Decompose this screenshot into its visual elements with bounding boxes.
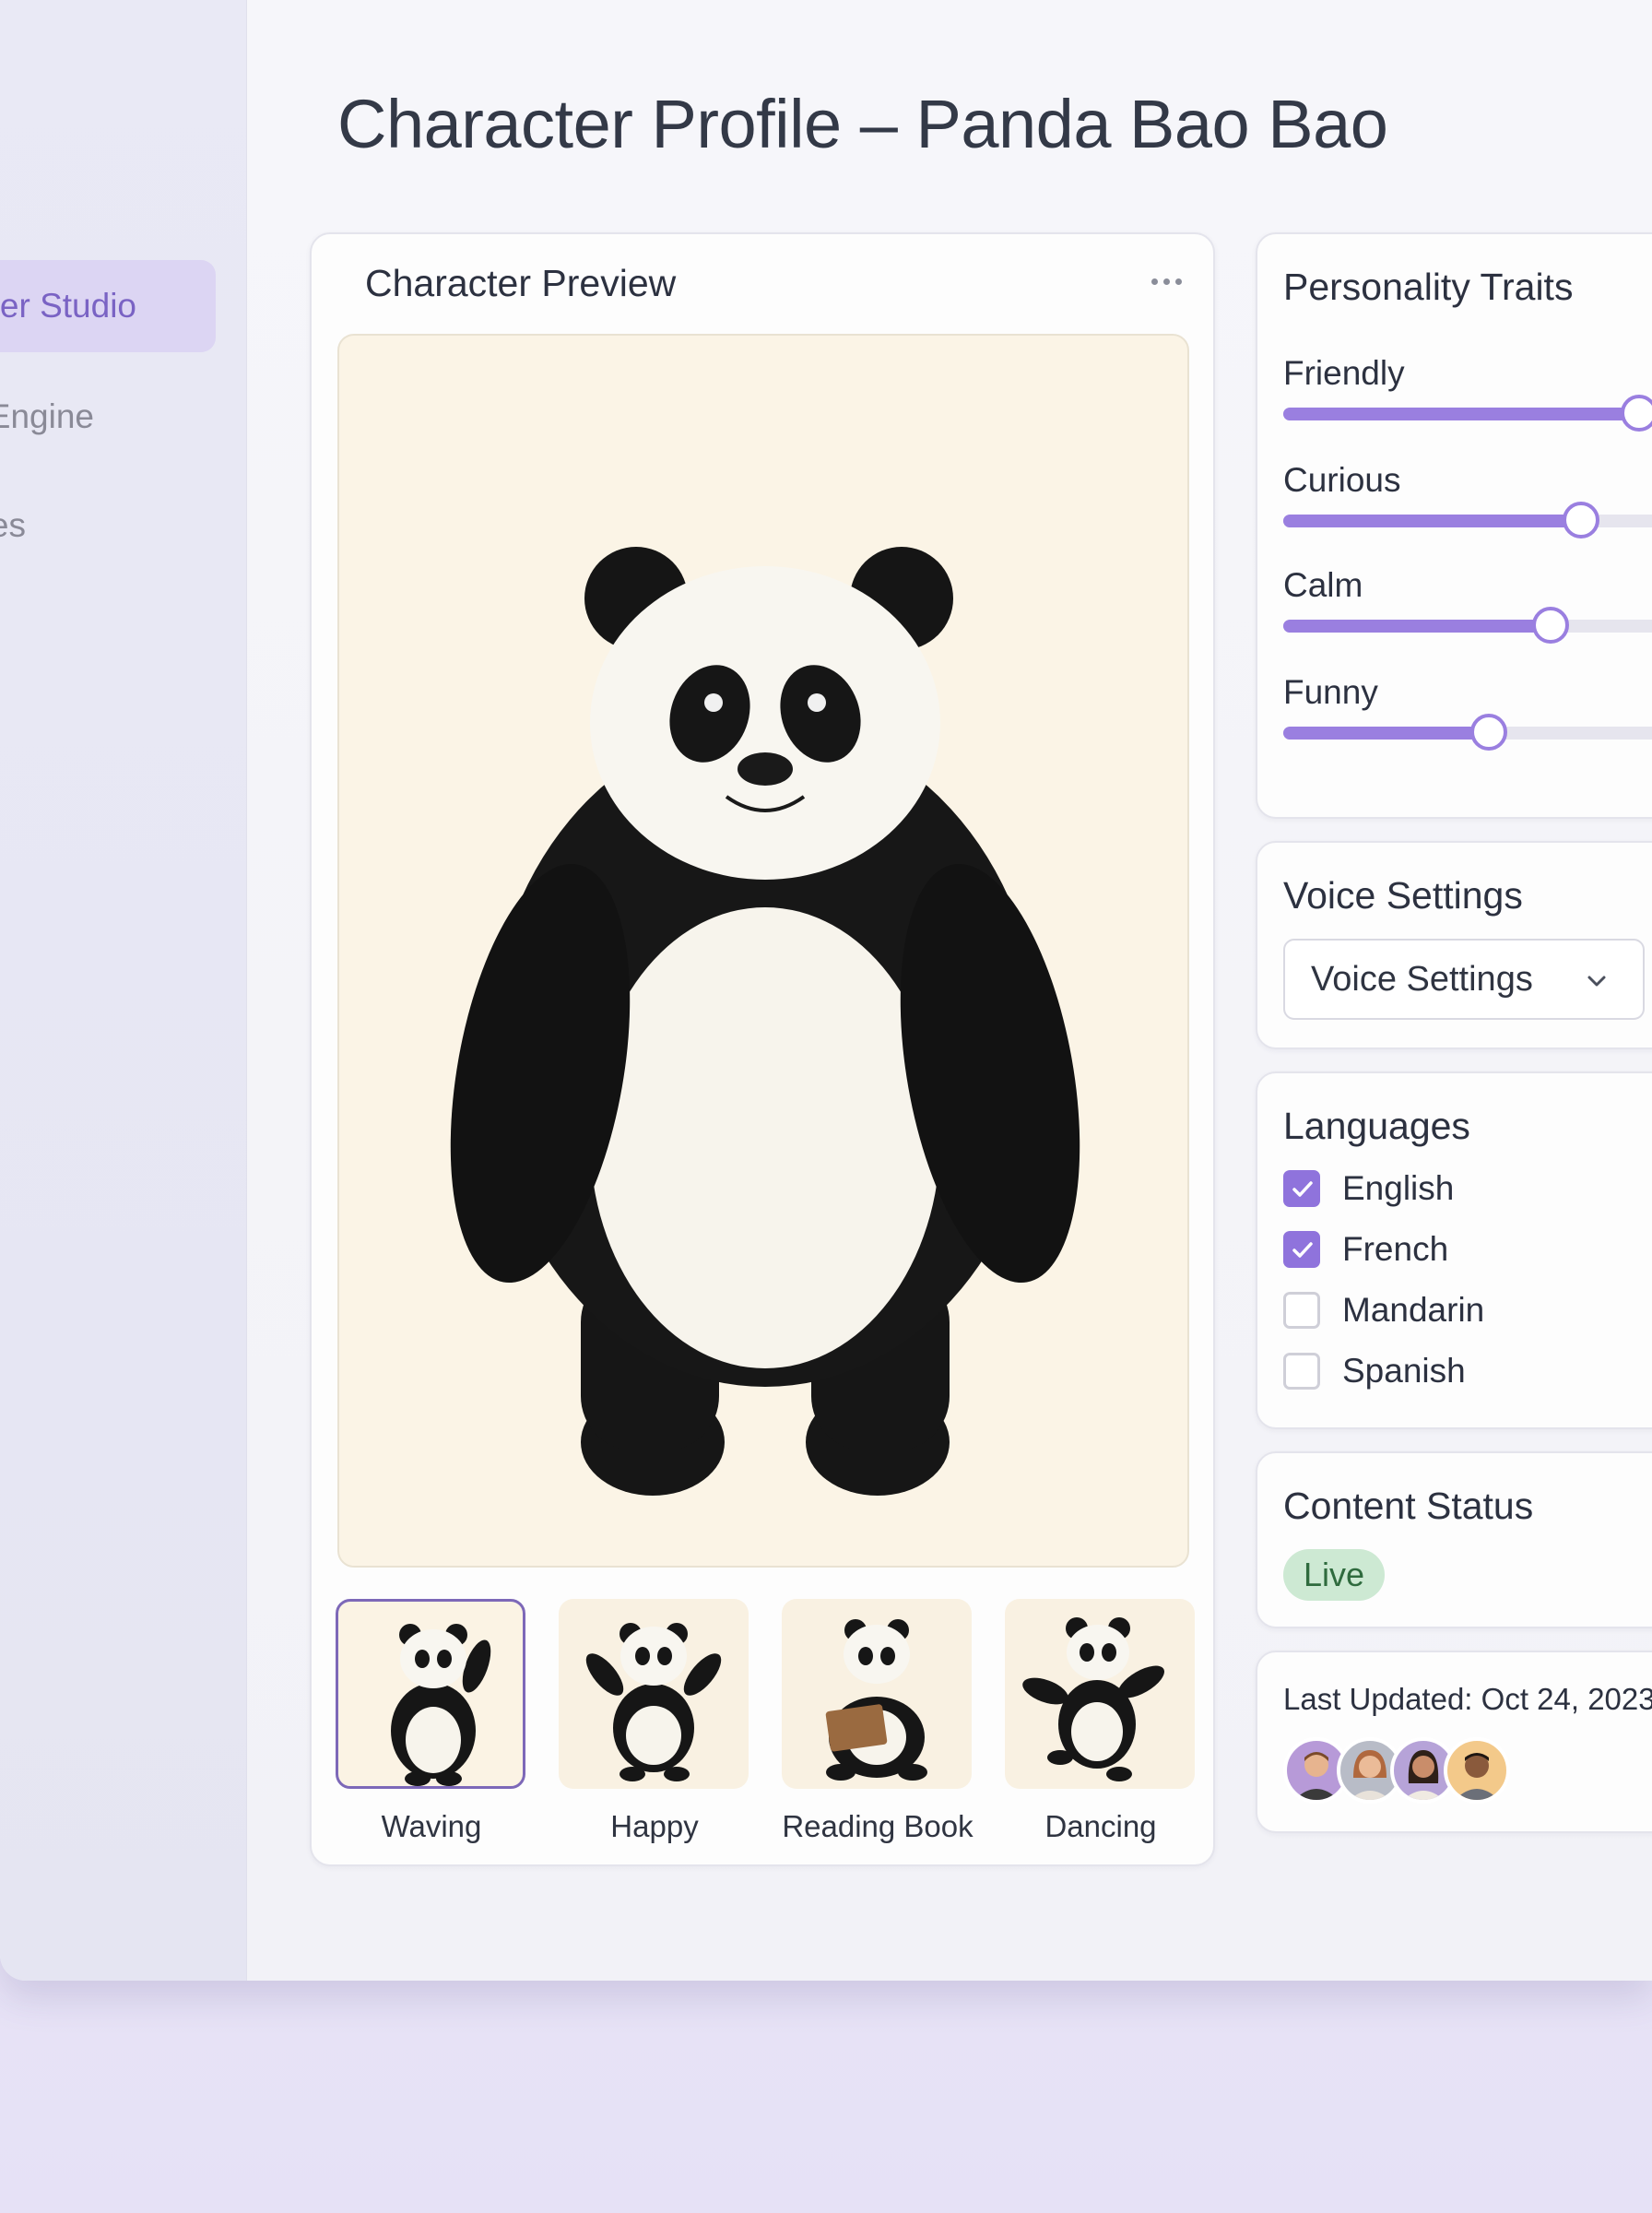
trait-friendly: Friendly xyxy=(1283,354,1652,432)
language-label: English xyxy=(1342,1169,1455,1207)
sidebar-item-label: ges xyxy=(0,506,26,544)
checkbox[interactable] xyxy=(1283,1353,1320,1390)
language-label: Spanish xyxy=(1342,1352,1466,1390)
trait-label: Funny xyxy=(1283,673,1378,711)
slider-fill xyxy=(1283,727,1489,740)
slider-knob[interactable] xyxy=(1532,607,1569,644)
language-option-spanish[interactable]: Spanish xyxy=(1283,1352,1466,1391)
thumbnail-label: Happy xyxy=(610,1809,699,1843)
content-status-card: Content Status Live xyxy=(1256,1451,1652,1628)
pose-thumbnails: Waving Happy Reading Book Dancing xyxy=(336,1599,1197,1848)
slider-fill xyxy=(1283,620,1551,633)
card-title: Personality Traits xyxy=(1283,266,1574,308)
voice-settings-card: Voice Settings Voice Settings xyxy=(1256,841,1652,1049)
chevron-down-icon xyxy=(1587,976,1606,987)
sidebar-item-5[interactable]: s xyxy=(0,695,216,787)
trait-funny: Funny xyxy=(1283,673,1652,751)
thumbnail-label: Waving xyxy=(381,1809,482,1843)
slider-knob[interactable] xyxy=(1621,395,1652,432)
language-label: Mandarin xyxy=(1342,1291,1485,1329)
card-title: Languages xyxy=(1283,1105,1470,1147)
sidebar-item-languages[interactable]: ges xyxy=(0,479,216,572)
languages-card: Languages English French Mandarin Spanis… xyxy=(1256,1071,1652,1429)
status-badge: Live xyxy=(1283,1549,1386,1601)
panda-reading-image xyxy=(782,1599,972,1789)
trait-slider[interactable] xyxy=(1283,607,1652,644)
avatar[interactable] xyxy=(1444,1737,1510,1804)
language-option-english[interactable]: English xyxy=(1283,1169,1454,1208)
trait-slider[interactable] xyxy=(1283,714,1652,751)
voice-settings-dropdown[interactable]: Voice Settings xyxy=(1283,939,1645,1020)
character-preview-card: Character Preview Waving Happy Reading B… xyxy=(310,232,1215,1866)
trait-slider[interactable] xyxy=(1283,395,1652,432)
dropdown-value: Voice Settings xyxy=(1311,959,1533,999)
sidebar: er Studio Engine ges s s xyxy=(0,0,247,1981)
trait-curious: Curious xyxy=(1283,461,1652,538)
panda-dancing-image xyxy=(1005,1599,1195,1789)
sidebar-item-engine[interactable]: Engine xyxy=(0,371,216,463)
thumbnail-label: Dancing xyxy=(1044,1809,1157,1843)
checkbox[interactable] xyxy=(1283,1170,1320,1207)
trait-label: Friendly xyxy=(1283,354,1405,392)
app-window: er Studio Engine ges s s Character Profi… xyxy=(0,0,1652,1981)
checkbox[interactable] xyxy=(1283,1231,1320,1268)
thumbnail-dancing[interactable]: Dancing xyxy=(1005,1599,1197,1844)
thumbnail-waving[interactable]: Waving xyxy=(336,1599,527,1844)
slider-knob[interactable] xyxy=(1563,502,1599,538)
sidebar-item-4[interactable]: s xyxy=(0,588,216,680)
trait-slider[interactable] xyxy=(1283,502,1652,538)
sidebar-item-character-studio[interactable]: er Studio xyxy=(0,260,216,352)
trait-label: Calm xyxy=(1283,566,1363,604)
more-horizontal-icon[interactable] xyxy=(1151,278,1182,285)
personality-traits-card: Personality Traits Friendly Curious Calm… xyxy=(1256,232,1652,819)
slider-fill xyxy=(1283,408,1639,420)
card-title: Character Preview xyxy=(365,262,677,304)
language-label: French xyxy=(1342,1230,1449,1268)
check-icon xyxy=(1292,1242,1313,1258)
check-icon xyxy=(1292,1181,1313,1197)
thumbnail-reading-book[interactable]: Reading Book xyxy=(782,1599,974,1844)
last-updated-text: Last Updated: Oct 24, 2023 xyxy=(1283,1682,1652,1716)
checkbox[interactable] xyxy=(1283,1292,1320,1329)
last-updated-card: Last Updated: Oct 24, 2023 xyxy=(1256,1651,1652,1833)
language-option-french[interactable]: French xyxy=(1283,1230,1448,1269)
sidebar-item-label: er Studio xyxy=(0,287,136,325)
panda-happy-image xyxy=(559,1599,749,1789)
slider-fill xyxy=(1283,515,1581,527)
thumbnail-happy[interactable]: Happy xyxy=(559,1599,750,1844)
card-title: Voice Settings xyxy=(1283,874,1523,917)
thumbnail-label: Reading Book xyxy=(782,1809,974,1843)
slider-knob[interactable] xyxy=(1470,714,1507,751)
card-title: Content Status xyxy=(1283,1485,1534,1527)
page-title: Character Profile – Panda Bao Bao xyxy=(337,86,1388,162)
panda-waving-image xyxy=(336,1599,525,1789)
sidebar-item-label: Engine xyxy=(0,397,94,435)
trait-calm: Calm xyxy=(1283,566,1652,644)
trait-label: Curious xyxy=(1283,461,1401,499)
language-option-mandarin[interactable]: Mandarin xyxy=(1283,1291,1484,1330)
character-preview-image xyxy=(337,334,1189,1568)
